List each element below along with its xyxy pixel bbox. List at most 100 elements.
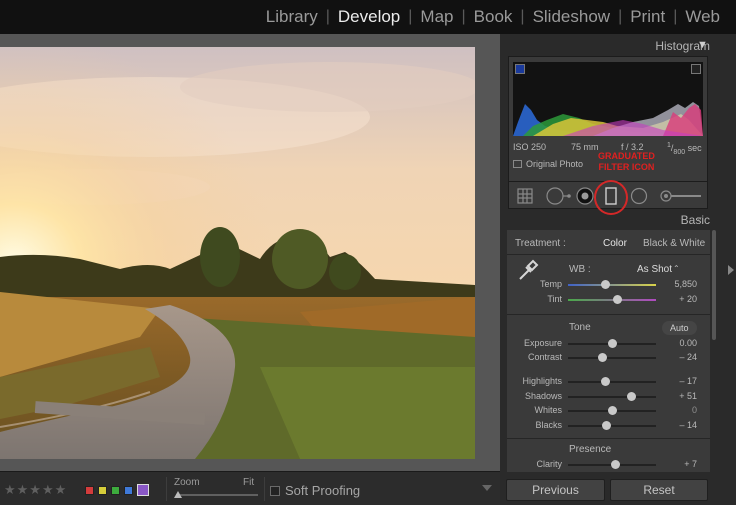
tint-label: Tint <box>547 294 562 304</box>
temp-value[interactable]: 5,850 <box>674 279 697 289</box>
color-label-yellow[interactable] <box>98 486 107 495</box>
temp-slider[interactable] <box>568 280 656 289</box>
highlights-label: Highlights <box>522 376 562 386</box>
reset-button-label: Reset <box>643 483 675 497</box>
shadows-value[interactable]: + 51 <box>679 391 697 401</box>
module-bar: Library | Develop | Map | Book | Slidesh… <box>0 0 736 34</box>
wb-label: WB : <box>569 264 591 275</box>
clarity-slider[interactable] <box>568 460 656 469</box>
soft-proofing-label: Soft Proofing <box>285 483 361 498</box>
highlights-slider-handle[interactable] <box>600 377 610 386</box>
shadow-clipping-icon[interactable] <box>515 64 525 74</box>
radial-filter-icon[interactable] <box>629 186 649 206</box>
whites-value[interactable]: 0 <box>692 405 697 415</box>
module-slideshow[interactable]: Slideshow <box>525 7 619 27</box>
previous-button[interactable]: Previous <box>506 479 605 501</box>
zoom-slider-handle[interactable] <box>174 491 182 498</box>
color-label-red[interactable] <box>85 486 94 495</box>
module-book[interactable]: Book <box>466 7 521 27</box>
tint-slider-handle[interactable] <box>613 295 623 304</box>
wb-dropdown-arrow-icon[interactable]: ⌃ <box>673 264 680 273</box>
divider <box>507 438 710 439</box>
shadows-slider[interactable] <box>568 392 656 401</box>
star-rating[interactable]: ★★★★★ <box>4 482 67 498</box>
module-develop[interactable]: Develop <box>330 7 408 27</box>
previous-button-label: Previous <box>532 483 579 497</box>
temp-slider-handle[interactable] <box>600 280 610 289</box>
shutter-readout: 1/800 sec <box>667 142 702 156</box>
basic-title: Basic <box>680 213 710 227</box>
contrast-slider-handle[interactable] <box>598 353 608 362</box>
treatment-label: Treatment : <box>515 238 566 249</box>
iso-readout: ISO 250 <box>513 142 547 152</box>
photo-canvas[interactable] <box>0 34 500 471</box>
contrast-label: Contrast <box>527 352 562 362</box>
crop-overlay-icon[interactable] <box>515 186 535 206</box>
original-photo-checkbox[interactable] <box>513 160 522 168</box>
photo-preview[interactable] <box>0 47 475 459</box>
graduated-filter-highlight <box>594 180 628 215</box>
divider <box>507 314 710 315</box>
treatment-color-option[interactable]: Color <box>603 238 627 249</box>
histogram-curves <box>513 102 703 136</box>
tone-label: Tone <box>569 322 591 333</box>
focal-length-readout: 75 mm <box>571 142 599 152</box>
module-library[interactable]: Library <box>258 7 326 27</box>
color-labels <box>85 484 149 496</box>
original-photo-label: Original Photo <box>526 159 584 169</box>
exposure-slider-handle[interactable] <box>608 339 617 348</box>
fit-label: Fit <box>243 477 255 488</box>
color-label-blue[interactable] <box>124 486 133 495</box>
basic-collapse-icon[interactable]: ▿ <box>697 214 702 225</box>
module-web[interactable]: Web <box>677 7 728 27</box>
exposure-label: Exposure <box>523 338 562 348</box>
histogram-graph[interactable] <box>513 62 703 136</box>
reset-button[interactable]: Reset <box>610 479 708 501</box>
blacks-value[interactable]: – 14 <box>679 420 697 430</box>
blacks-slider-handle[interactable] <box>601 421 611 430</box>
blacks-label: Blacks <box>535 420 562 430</box>
soft-proofing-checkbox[interactable] <box>270 486 280 496</box>
divider <box>507 254 710 255</box>
module-map[interactable]: Map <box>412 7 461 27</box>
zoom-slider[interactable] <box>176 494 258 496</box>
contrast-value[interactable]: – 24 <box>679 352 697 362</box>
toolbar-options-chevron-icon[interactable] <box>482 485 492 491</box>
exposure-value[interactable]: 0.00 <box>679 338 697 348</box>
contrast-slider[interactable] <box>568 353 656 362</box>
panel-scrollbar[interactable] <box>712 230 716 340</box>
whites-slider[interactable] <box>568 406 656 415</box>
highlight-clipping-icon[interactable] <box>691 64 701 74</box>
toolbar-divider <box>166 477 167 501</box>
tint-slider[interactable] <box>568 295 656 304</box>
clarity-value[interactable]: + 7 <box>684 459 697 469</box>
basic-header[interactable]: Basic <box>681 213 710 227</box>
treatment-bw-option[interactable]: Black & White <box>643 238 705 249</box>
tint-value[interactable]: + 20 <box>679 294 697 304</box>
highlights-slider[interactable] <box>568 377 656 386</box>
auto-tone-button[interactable]: Auto <box>662 321 697 335</box>
shadows-slider-handle[interactable] <box>627 392 637 401</box>
presence-label: Presence <box>569 444 612 455</box>
histogram-collapse-icon[interactable]: ▼ <box>697 39 708 51</box>
blacks-slider[interactable] <box>568 421 656 430</box>
color-label-purple[interactable] <box>137 484 149 496</box>
histogram: ISO 250 75 mm f / 3.2 1/800 sec Original… <box>508 56 708 184</box>
toolbar-divider <box>264 477 265 501</box>
clarity-slider-handle[interactable] <box>610 460 620 469</box>
graduated-filter-annotation: GRADUATED FILTER ICON <box>598 151 655 172</box>
right-panel: Histogram ▼ ISO 250 75 mm f / 3.2 1/800 … <box>500 34 736 505</box>
spot-removal-icon[interactable] <box>545 186 571 206</box>
wb-dropdown[interactable]: As Shot <box>637 264 672 275</box>
white-balance-selector-icon[interactable] <box>513 258 539 284</box>
highlights-value[interactable]: – 17 <box>679 376 697 386</box>
shadows-label: Shadows <box>524 391 562 401</box>
color-label-green[interactable] <box>111 486 120 495</box>
whites-slider-handle[interactable] <box>608 406 617 415</box>
adjustment-brush-icon[interactable] <box>659 186 703 206</box>
landscape-photo <box>0 47 475 459</box>
right-panel-toggle-icon[interactable] <box>728 265 734 275</box>
red-eye-icon[interactable] <box>575 186 595 206</box>
exposure-slider[interactable] <box>568 339 656 348</box>
module-print[interactable]: Print <box>622 7 673 27</box>
